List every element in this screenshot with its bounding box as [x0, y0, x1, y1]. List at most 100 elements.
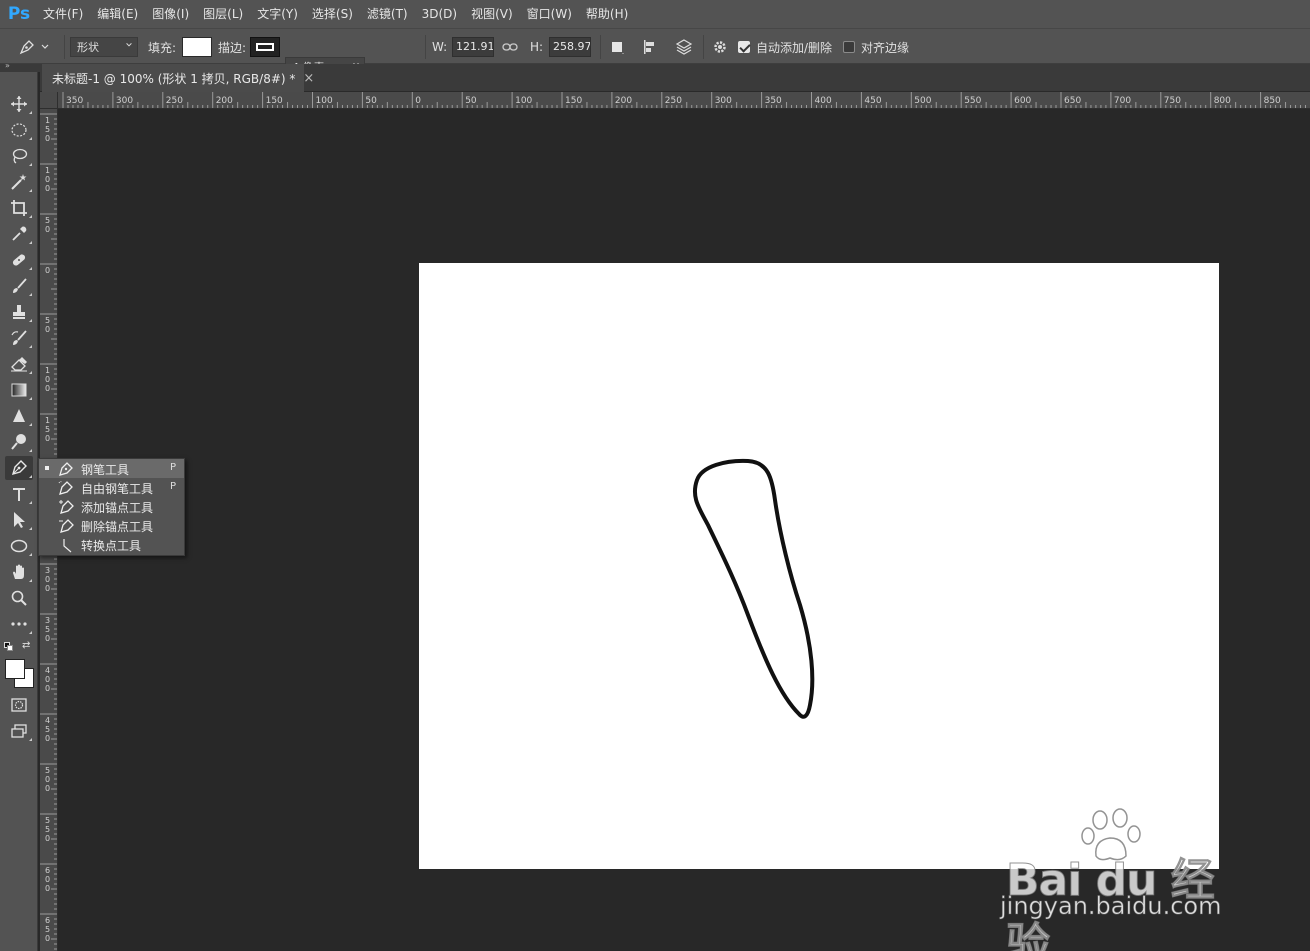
magic-wand-icon: [11, 174, 27, 190]
ruler-label: 0: [45, 834, 50, 843]
menu-help[interactable]: 帮助(H): [579, 0, 635, 28]
crop-tool[interactable]: [5, 196, 33, 220]
stroke-swatch[interactable]: [250, 37, 280, 57]
ruler-label: 1: [45, 416, 50, 425]
path-operations-icon[interactable]: [609, 37, 627, 57]
path-selection-tool[interactable]: [5, 508, 33, 532]
ruler-label: 1: [45, 166, 50, 175]
screen-mode-toggle[interactable]: [5, 719, 33, 743]
gear-icon[interactable]: [712, 37, 732, 57]
dodge-tool[interactable]: [5, 430, 33, 454]
flyout-item-convert-point[interactable]: 转换点工具: [39, 535, 184, 554]
shortcut-key: P: [169, 481, 176, 492]
selected-bullet-icon: [45, 466, 49, 470]
shortcut-key: P: [169, 462, 176, 473]
move-tool[interactable]: [5, 92, 33, 116]
link-icon[interactable]: [502, 37, 520, 57]
document-canvas[interactable]: [419, 263, 1219, 869]
flyout-item-label: 转换点工具: [81, 539, 142, 553]
menu-3d[interactable]: 3D(D): [415, 0, 464, 28]
fill-swatch[interactable]: [182, 37, 212, 57]
ruler-label: 5: [45, 125, 50, 134]
menu-image[interactable]: 图像(I): [145, 0, 196, 28]
ellipse-tool[interactable]: [5, 534, 33, 558]
eraser-tool[interactable]: [5, 352, 33, 376]
auto-add-delete-checkbox[interactable]: [738, 41, 750, 53]
zoom-tool[interactable]: [5, 586, 33, 610]
menu-edit[interactable]: 编辑(E): [90, 0, 145, 28]
menu-window[interactable]: 窗口(W): [520, 0, 579, 28]
blur-tool[interactable]: [5, 404, 33, 428]
brush-tool[interactable]: [5, 274, 33, 298]
path-arrangement-icon[interactable]: [674, 37, 696, 57]
chevron-down-icon: [41, 44, 49, 49]
tool-preset-picker[interactable]: [18, 37, 58, 57]
panel-collapse-strip[interactable]: »: [0, 61, 40, 72]
ruler-label: 0: [45, 675, 50, 684]
ruler-label: 50: [365, 96, 377, 106]
eyedropper-tool[interactable]: [5, 222, 33, 246]
flyout-item-add-anchor[interactable]: 添加锚点工具: [39, 497, 184, 516]
flyout-item-pen[interactable]: 钢笔工具 P: [39, 459, 184, 478]
freeform-pen-icon: [58, 481, 73, 495]
width-input[interactable]: 121.91: [452, 37, 494, 57]
horizontal-ruler[interactable]: 350 300 250 200 150 100 50 0 50 100 150 200 250 300 35…: [58, 92, 1310, 109]
quick-mask-toggle[interactable]: [5, 693, 33, 717]
dodge-icon: [11, 434, 26, 450]
ruler-label: 300: [116, 96, 133, 106]
ruler-label: 0: [45, 384, 50, 393]
ruler-label: 5: [45, 766, 50, 775]
ruler-label: 750: [1164, 96, 1181, 106]
gradient-tool[interactable]: [5, 378, 33, 402]
ruler-label: 6: [45, 916, 50, 925]
pen-icon: [59, 462, 73, 476]
crop-icon: [11, 200, 27, 216]
menu-select[interactable]: 选择(S): [305, 0, 360, 28]
foreground-color-swatch[interactable]: [5, 659, 25, 679]
auto-add-delete-toggle[interactable]: 自动添加/删除: [738, 37, 858, 57]
marquee-tool[interactable]: [5, 118, 33, 142]
flyout-item-freeform-pen[interactable]: 自由钢笔工具 P: [39, 478, 184, 497]
more-tools[interactable]: [5, 612, 33, 636]
align-edges-toggle[interactable]: 对齐边缘: [843, 37, 923, 57]
default-colors-icon[interactable]: [4, 642, 14, 652]
stamp-tool[interactable]: [5, 300, 33, 324]
hand-tool[interactable]: [5, 560, 33, 584]
stroke-label: 描边:: [218, 40, 247, 55]
convert-point-icon: [63, 539, 72, 553]
ruler-label: 500: [914, 96, 931, 106]
height-input[interactable]: 258.97: [549, 37, 591, 57]
ruler-label: 5: [45, 216, 50, 225]
type-icon: [13, 488, 25, 501]
stamp-icon: [13, 305, 25, 319]
ruler-label: 0: [45, 634, 50, 643]
close-icon[interactable]: ×: [303, 71, 314, 86]
magic-wand-tool[interactable]: [5, 170, 33, 194]
menu-filter[interactable]: 滤镜(T): [360, 0, 415, 28]
mode-value: 形状: [77, 41, 99, 54]
pen-tool[interactable]: [5, 456, 33, 480]
ruler-label: 5: [45, 725, 50, 734]
history-brush-icon: [11, 330, 27, 345]
menu-type[interactable]: 文字(Y): [250, 0, 305, 28]
menu-view[interactable]: 视图(V): [464, 0, 520, 28]
ruler-origin[interactable]: [40, 92, 58, 109]
ruler-label: 0: [45, 225, 50, 234]
ruler-label: 5: [45, 316, 50, 325]
history-brush-tool[interactable]: [5, 326, 33, 350]
healing-tool[interactable]: [5, 248, 33, 272]
menu-layer[interactable]: 图层(L): [196, 0, 250, 28]
healing-icon: [12, 254, 26, 266]
document-tab[interactable]: 未标题-1 @ 100% (形状 1 拷贝, RGB/8#) * ×: [42, 64, 314, 92]
type-tool[interactable]: [5, 482, 33, 506]
ruler-label: 0: [45, 775, 50, 784]
ellipse-icon: [10, 539, 28, 553]
ruler-label: 450: [864, 96, 881, 106]
swap-colors-icon[interactable]: ⇄: [22, 640, 34, 652]
path-alignment-icon[interactable]: [642, 37, 662, 57]
flyout-item-delete-anchor[interactable]: 删除锚点工具: [39, 516, 184, 535]
menu-file[interactable]: 文件(F): [36, 0, 90, 28]
align-edges-checkbox[interactable]: [843, 41, 855, 53]
lasso-tool[interactable]: [5, 144, 33, 168]
mode-select[interactable]: 形状: [70, 37, 138, 57]
